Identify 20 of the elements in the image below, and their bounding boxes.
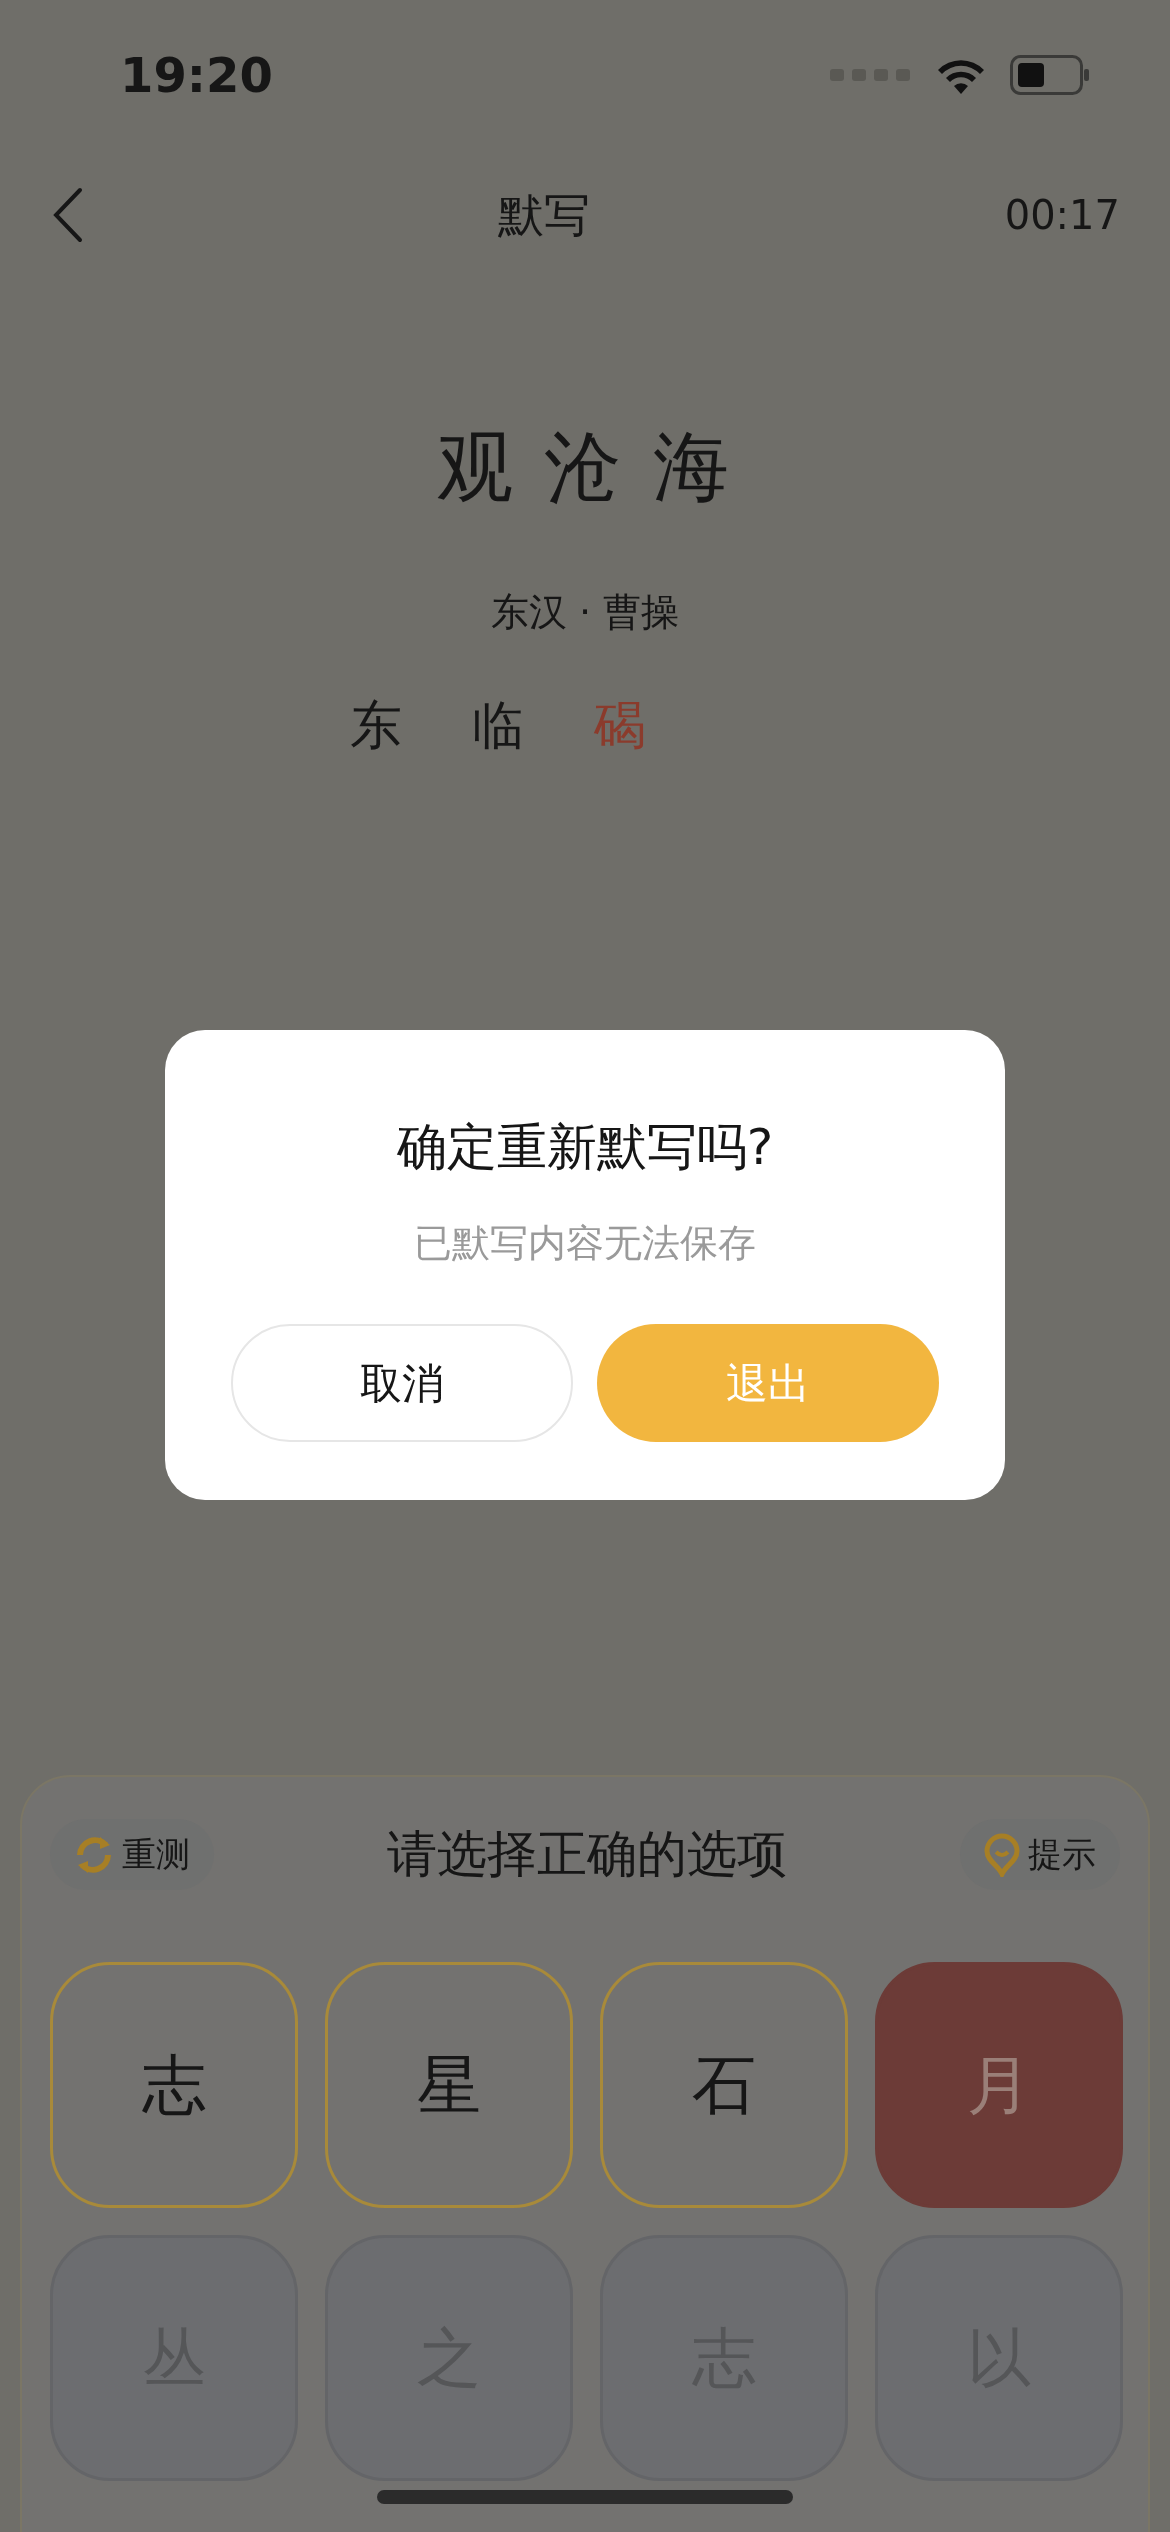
- option-tile[interactable]: 志: [50, 1962, 298, 2208]
- option-tile[interactable]: 月: [875, 1962, 1123, 2208]
- timer: 00:17: [1004, 191, 1120, 240]
- dialog-message: 已默写内容无法保存: [414, 1220, 756, 1267]
- answer-character: 临: [472, 694, 524, 757]
- answer-character: 碣: [594, 694, 646, 757]
- answer-character: 东: [350, 694, 402, 757]
- status-time: 19:20: [120, 46, 273, 105]
- poem-author: 东汉 · 曹操: [490, 589, 680, 636]
- lightbulb-icon: [984, 1832, 1020, 1877]
- option-tile[interactable]: 星: [325, 1962, 573, 2208]
- battery-icon: [1010, 55, 1090, 95]
- dialog-title: 确定重新默写吗?: [396, 1117, 774, 1178]
- poem-title: 观 沧 海: [436, 421, 734, 513]
- cancel-button[interactable]: 取消: [231, 1324, 573, 1442]
- hint-button[interactable]: 提示: [960, 1819, 1120, 1890]
- prompt-text: 请选择正确的选项: [387, 1824, 787, 1885]
- page-title: 默写: [498, 186, 591, 244]
- retest-button[interactable]: 重测: [50, 1819, 214, 1890]
- option-tile[interactable]: 石: [600, 1962, 848, 2208]
